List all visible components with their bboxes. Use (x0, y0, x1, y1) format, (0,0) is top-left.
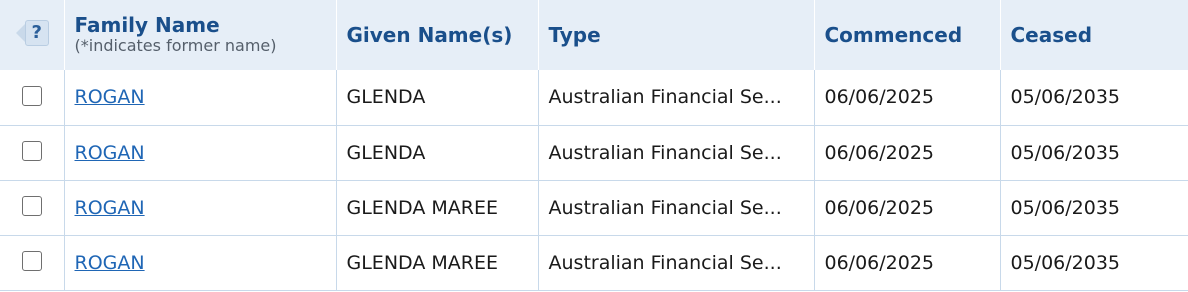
family-name-link[interactable]: ROGAN (75, 252, 145, 274)
help-header-cell: ? (0, 0, 65, 70)
family-name-link[interactable]: ROGAN (75, 86, 145, 108)
type-cell: Australian Financial Se... (538, 125, 815, 181)
table-row: ROGAN GLENDA Australian Financial Se... … (0, 125, 1188, 181)
row-select-cell (0, 125, 65, 181)
ceased-cell: 05/06/2035 (1000, 70, 1188, 126)
family-name-cell: ROGAN (64, 70, 337, 126)
given-names-cell: GLENDA MAREE (336, 235, 539, 291)
row-checkbox[interactable] (21, 196, 42, 216)
table-row: ROGAN GLENDA Australian Financial Se... … (0, 70, 1188, 126)
former-name-note: (*indicates former name) (74, 36, 277, 55)
ceased-cell: 05/06/2035 (1000, 125, 1188, 181)
table-row: ROGAN GLENDA MAREE Australian Financial … (0, 235, 1188, 291)
family-name-cell: ROGAN (64, 235, 337, 291)
help-icon[interactable]: ? (15, 18, 50, 48)
ceased-cell: 05/06/2035 (1000, 235, 1188, 291)
ceased-cell: 05/06/2035 (1000, 180, 1188, 236)
given-names-cell: GLENDA MAREE (336, 180, 539, 236)
given-names-cell: GLENDA (336, 70, 539, 126)
table-header-row: ? Family Name (*indicates former name) G… (0, 0, 1188, 70)
row-checkbox[interactable] (21, 141, 42, 161)
column-header-ceased[interactable]: Ceased (1000, 0, 1188, 70)
row-select-cell (0, 180, 65, 236)
family-name-cell: ROGAN (64, 180, 337, 236)
table-row: ROGAN GLENDA MAREE Australian Financial … (0, 180, 1188, 236)
column-header-type[interactable]: Type (538, 0, 815, 70)
row-select-cell (0, 235, 65, 291)
type-cell: Australian Financial Se... (538, 235, 815, 291)
type-cell: Australian Financial Se... (538, 180, 815, 236)
column-header-commenced[interactable]: Commenced (814, 0, 1001, 70)
row-select-cell (0, 70, 65, 126)
family-name-link[interactable]: ROGAN (75, 142, 145, 164)
commenced-cell: 06/06/2025 (814, 235, 1001, 291)
given-names-cell: GLENDA (336, 125, 539, 181)
family-name-link[interactable]: ROGAN (75, 197, 145, 219)
results-table: ? Family Name (*indicates former name) G… (0, 0, 1188, 291)
commenced-cell: 06/06/2025 (814, 180, 1001, 236)
column-header-family-name[interactable]: Family Name (*indicates former name) (64, 0, 337, 70)
family-name-cell: ROGAN (64, 125, 337, 181)
type-cell: Australian Financial Se... (538, 70, 815, 126)
row-checkbox[interactable] (21, 85, 42, 106)
commenced-cell: 06/06/2025 (814, 70, 1001, 126)
commenced-cell: 06/06/2025 (814, 125, 1001, 181)
column-header-given-names[interactable]: Given Name(s) (336, 0, 539, 70)
row-checkbox[interactable] (21, 251, 42, 271)
family-name-header-label: Family Name (74, 13, 220, 37)
